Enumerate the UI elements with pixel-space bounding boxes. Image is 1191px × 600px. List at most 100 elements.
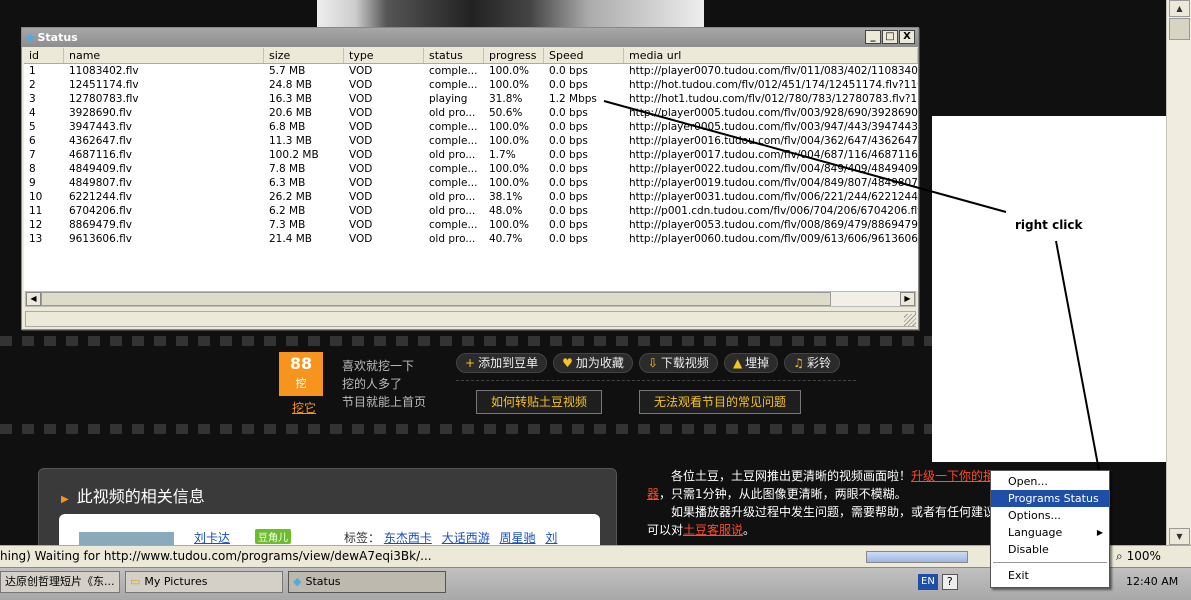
folder-icon: ▭: [130, 575, 141, 588]
cell-size: 16.3 MB: [269, 93, 312, 105]
cell-size: 21.4 MB: [269, 233, 312, 245]
cell-speed: 0.0 bps: [549, 205, 588, 217]
scroll-right-icon[interactable]: ▶: [900, 292, 915, 306]
add-to-playlist-button[interactable]: + 添加到豆单: [456, 353, 548, 373]
customer-service-link[interactable]: 土豆客服说: [683, 523, 743, 537]
menu-item-language[interactable]: Language ▶: [991, 524, 1109, 541]
cell-progress: 40.7%: [489, 233, 523, 245]
cell-size: 11.3 MB: [269, 135, 312, 147]
menu-item-options[interactable]: Options...: [991, 507, 1109, 524]
language-indicator[interactable]: EN: [918, 574, 938, 590]
scroll-thumb[interactable]: [41, 292, 831, 306]
horizontal-scrollbar[interactable]: ◀ ▶: [25, 291, 916, 307]
taskbar-button-browser[interactable]: 达原创哲理短片《东...: [0, 571, 120, 593]
scroll-left-icon[interactable]: ◀: [26, 292, 41, 306]
upgrade-link[interactable]: 升级一下你的播: [911, 469, 995, 483]
cell-name: 3928690.flv: [69, 107, 132, 119]
dig-link[interactable]: 挖它: [292, 399, 316, 416]
bury-button[interactable]: ▲ 埋掉: [723, 353, 779, 373]
tag-link[interactable]: 周星驰: [500, 531, 536, 545]
cell-name: 4362647.flv: [69, 135, 132, 147]
cell-speed: 1.2 Mbps: [549, 93, 597, 105]
table-row[interactable]: 6 4362647.flv 11.3 MB VOD comple... 100.0% 0.0…: [24, 134, 918, 148]
menu-item-disable[interactable]: Disable: [991, 541, 1109, 558]
cell-progress: 100.0%: [489, 121, 530, 133]
zoom-level[interactable]: ⌕ 100%: [1116, 546, 1161, 567]
cell-media-url: http://hot1.tudou.com/flv/012/780/783/12…: [629, 93, 918, 105]
cell-speed: 0.0 bps: [549, 79, 588, 91]
scroll-thumb[interactable]: [1169, 18, 1190, 40]
cell-size: 26.2 MB: [269, 191, 312, 203]
table-row[interactable]: 12 8869479.flv 7.3 MB VOD comple... 100.0% 0.0…: [24, 218, 918, 232]
window-statusbar: [25, 311, 916, 327]
help-icon[interactable]: ?: [941, 574, 958, 590]
clock[interactable]: 12:40 AM: [1126, 571, 1178, 593]
playback-faq-button[interactable]: 无法观看节目的常见问题: [639, 390, 802, 414]
column-header-type[interactable]: type: [344, 48, 424, 63]
cell-progress: 31.8%: [489, 93, 523, 105]
cell-progress: 38.1%: [489, 191, 523, 203]
upgrade-notice: 各位土豆，土豆网推出更清晰的视频画面啦！升级一下你的播 器，只需1分钟，从此图像…: [647, 467, 995, 539]
upgrade-link[interactable]: 器: [647, 487, 659, 501]
menu-item-exit[interactable]: Exit: [991, 567, 1109, 584]
column-header-speed[interactable]: Speed: [544, 48, 624, 63]
taskbar-button-status[interactable]: ◆ Status: [288, 571, 446, 593]
window-titlebar[interactable]: ◆ Status _ □ X: [22, 28, 918, 47]
column-header-size[interactable]: size: [264, 48, 344, 63]
cell-size: 20.6 MB: [269, 107, 312, 119]
column-header-status[interactable]: status: [424, 48, 484, 63]
warning-icon: ▲: [732, 356, 743, 370]
column-header-progress[interactable]: progress: [484, 48, 544, 63]
cell-name: 6221244.flv: [69, 191, 132, 203]
table-row[interactable]: 5 3947443.flv 6.8 MB VOD comple... 100.0% 0.0 …: [24, 120, 918, 134]
favorite-button[interactable]: ♥ 加为收藏: [553, 353, 633, 373]
table-row[interactable]: 1 11083402.flv 5.7 MB VOD comple... 100.0% 0.0…: [24, 64, 918, 78]
cell-status: old pro...: [429, 107, 476, 119]
uploader-thumbnail[interactable]: [79, 532, 174, 545]
cell-status: comple...: [429, 163, 478, 175]
download-button[interactable]: ⇩ 下载视频: [638, 353, 718, 373]
cell-id: 13: [29, 233, 43, 245]
table-row[interactable]: 2 12451174.flv 24.8 MB VOD comple... 100.0% 0.…: [24, 78, 918, 92]
dig-box[interactable]: 88 挖: [279, 352, 323, 396]
tag-link[interactable]: 刘: [545, 531, 557, 545]
column-header-name[interactable]: name: [64, 48, 264, 63]
table-row[interactable]: 10 6221244.flv 26.2 MB VOD old pro... 38.1% 0.…: [24, 190, 918, 204]
table-row[interactable]: 9 4849807.flv 6.3 MB VOD comple... 100.0% 0.0 …: [24, 176, 918, 190]
cell-type: VOD: [349, 79, 373, 91]
annotation-area: [932, 116, 1166, 462]
table-row[interactable]: 4 3928690.flv 20.6 MB VOD old pro... 50.6% 0.0…: [24, 106, 918, 120]
video-actions: + 添加到豆单 ♥ 加为收藏 ⇩ 下载视频 ▲ 埋掉 ♫ 彩铃: [456, 353, 840, 373]
tag-link[interactable]: 东杰西卡: [384, 531, 432, 545]
window-controls: _ □ X: [865, 30, 915, 44]
cell-name: 12451174.flv: [69, 79, 139, 91]
cell-status: comple...: [429, 177, 478, 189]
menu-item-programs-status[interactable]: Programs Status: [991, 490, 1109, 507]
minimize-button[interactable]: _: [865, 30, 881, 44]
menu-item-open[interactable]: Open...: [991, 473, 1109, 490]
table-row[interactable]: 11 6704206.flv 6.2 MB VOD old pro... 48.0% 0.0…: [24, 204, 918, 218]
tag-link[interactable]: 大话西游: [442, 531, 490, 545]
uploader-link[interactable]: 刘卡达: [194, 529, 230, 545]
column-header-media-url[interactable]: media url: [624, 48, 918, 63]
resize-grip[interactable]: [904, 314, 916, 326]
table-row[interactable]: 7 4687116.flv 100.2 MB VOD old pro... 1.7% 0.0…: [24, 148, 918, 162]
close-button[interactable]: X: [899, 30, 915, 44]
download-icon: ⇩: [647, 356, 658, 370]
scroll-down-icon[interactable]: ▼: [1169, 528, 1190, 545]
status-list[interactable]: id name size type status progress Speed …: [24, 48, 918, 291]
cell-type: VOD: [349, 135, 373, 147]
repost-help-button[interactable]: 如何转贴土豆视频: [476, 390, 603, 414]
taskbar-button-my-pictures[interactable]: ▭ My Pictures: [125, 571, 283, 593]
table-row[interactable]: 3 12780783.flv 16.3 MB VOD playing 31.8% 1.2 M…: [24, 92, 918, 106]
page-vertical-scrollbar[interactable]: ▲ ▼: [1166, 0, 1191, 545]
table-row[interactable]: 8 4849409.flv 7.8 MB VOD comple... 100.0% 0.0 …: [24, 162, 918, 176]
divider: [456, 380, 856, 381]
cell-progress: 48.0%: [489, 205, 523, 217]
maximize-button[interactable]: □: [882, 30, 898, 44]
ringtone-button[interactable]: ♫ 彩铃: [784, 353, 840, 373]
column-header-id[interactable]: id: [24, 48, 64, 63]
scroll-up-icon[interactable]: ▲: [1169, 0, 1190, 17]
cell-media-url: http://player0017.tudou.com/flv/004/687/…: [629, 149, 918, 161]
table-row[interactable]: 13 9613606.flv 21.4 MB VOD old pro... 40.7% 0.…: [24, 232, 918, 246]
